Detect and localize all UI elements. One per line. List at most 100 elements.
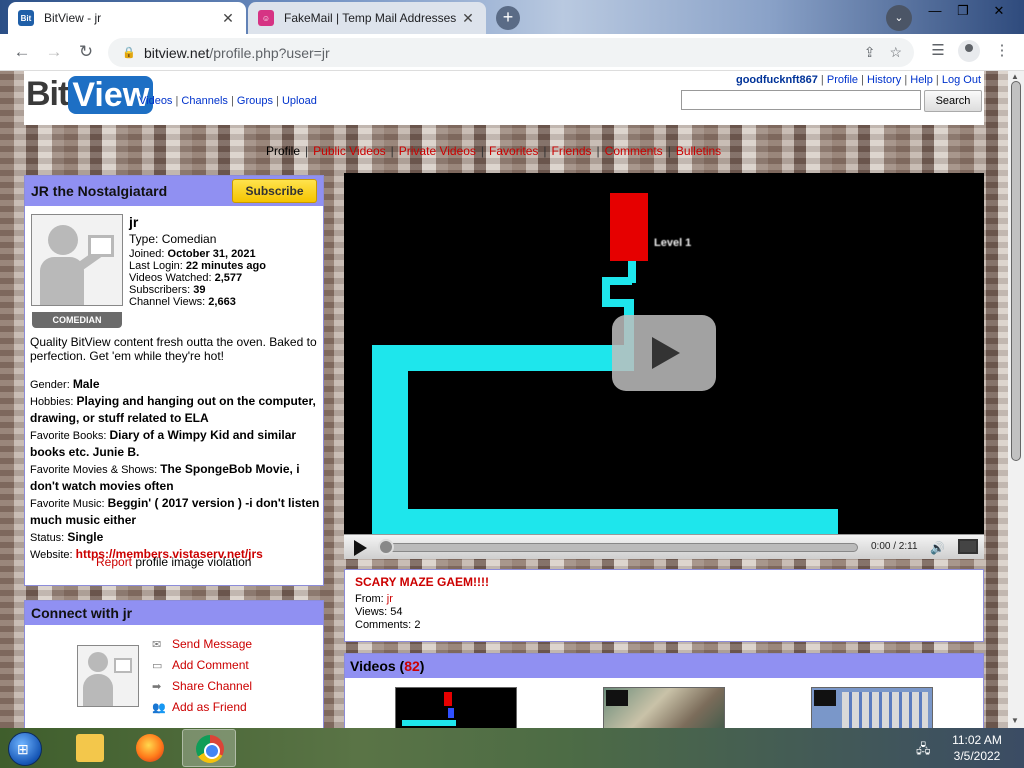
- connect-title: Connect with jr: [25, 601, 323, 625]
- status-value: Single: [67, 530, 104, 544]
- video-comments: 2: [414, 619, 421, 631]
- taskbar-chrome[interactable]: [182, 729, 236, 767]
- avatar[interactable]: [31, 214, 123, 306]
- video-thumbnail[interactable]: [811, 687, 933, 728]
- restore-button[interactable]: ❐: [948, 2, 978, 22]
- lock-icon: 🔒: [122, 47, 136, 59]
- video-title[interactable]: SCARY MAZE GAEM!!!!: [355, 576, 973, 589]
- username-link[interactable]: goodfucknft867: [736, 74, 818, 86]
- volume-icon[interactable]: 🔊: [930, 541, 945, 555]
- share-arrow-icon: ➡: [152, 680, 162, 693]
- tab-private-videos[interactable]: Private Videos: [399, 144, 476, 158]
- network-icon[interactable]: 🖧: [916, 740, 931, 762]
- tab-fakemail[interactable]: ☺ FakeMail | Temp Mail Addresses ✕: [248, 2, 486, 34]
- browser-toolbar: ← → ↻ 🔒 bitview.net/profile.php?user=jr …: [0, 34, 1024, 71]
- url-path: /profile.php?user=jr: [209, 44, 330, 61]
- back-arrow-icon[interactable]: ←: [10, 41, 34, 65]
- videos-count[interactable]: 82: [404, 658, 420, 674]
- channel-type: Comedian: [161, 232, 217, 246]
- search-input[interactable]: [681, 90, 921, 110]
- nav-upload[interactable]: Upload: [282, 95, 317, 107]
- report-link[interactable]: Report: [96, 555, 132, 569]
- profile-stats: Type: Comedian Joined: October 31, 2021 …: [129, 232, 266, 308]
- menu-dots-icon[interactable]: ⋮: [990, 41, 1014, 59]
- video-thumbnail[interactable]: [395, 687, 517, 728]
- channel-title: JR the Nostalgiatard Subscribe: [25, 176, 323, 206]
- videos-watched: 2,577: [214, 272, 243, 284]
- channel-title-text: JR the Nostalgiatard: [31, 183, 168, 199]
- reading-list-icon[interactable]: ☰: [926, 41, 950, 59]
- logo-bit-text: Bit: [26, 75, 69, 113]
- share-channel-link[interactable]: ➡ Share Channel: [152, 676, 252, 697]
- new-tab-button[interactable]: +: [496, 6, 520, 30]
- profile-link[interactable]: Profile: [827, 74, 858, 86]
- tab-public-videos[interactable]: Public Videos: [313, 144, 386, 158]
- nav-channels[interactable]: Channels: [181, 95, 227, 107]
- subscribe-button[interactable]: Subscribe: [232, 179, 317, 203]
- site-header: Bit View Videos | Channels | Groups | Upl…: [24, 71, 984, 125]
- window-close-button[interactable]: ✕: [984, 2, 1014, 22]
- last-login: 22 minutes ago: [185, 260, 266, 272]
- url-host: bitview.net: [144, 44, 210, 61]
- close-icon[interactable]: ✕: [220, 10, 236, 27]
- tab-bulletins[interactable]: Bulletins: [676, 144, 721, 158]
- tab-bitview[interactable]: Bit BitView - jr ✕: [8, 2, 246, 34]
- video-author-link[interactable]: jr: [387, 593, 393, 605]
- minimize-button[interactable]: —: [920, 2, 950, 22]
- logout-link[interactable]: Log Out: [942, 74, 981, 86]
- address-bar[interactable]: 🔒 bitview.net/profile.php?user=jr ⇪ ☆: [108, 38, 914, 67]
- add-comment-link[interactable]: ▭ Add Comment: [152, 655, 252, 676]
- add-friend-link[interactable]: 👥 Add as Friend: [152, 697, 252, 718]
- scroll-thumb[interactable]: [1011, 81, 1021, 461]
- bitview-favicon-icon: Bit: [18, 10, 34, 26]
- tab-profile[interactable]: Profile: [266, 144, 300, 158]
- profile-tabs: Profile | Public Videos | Private Videos | Fav…: [266, 144, 722, 158]
- channel-views: 2,663: [208, 296, 236, 308]
- connect-avatar[interactable]: [77, 645, 139, 707]
- bookmark-star-icon[interactable]: ☆: [889, 44, 902, 61]
- help-link[interactable]: Help: [910, 74, 933, 86]
- video-thumbnail[interactable]: [603, 687, 725, 728]
- nav-groups[interactable]: Groups: [237, 95, 273, 107]
- nav-videos[interactable]: Videos: [139, 95, 172, 107]
- chrome-icon: [196, 735, 224, 763]
- video-player[interactable]: Level 1: [344, 173, 984, 559]
- history-link[interactable]: History: [867, 74, 901, 86]
- play-icon[interactable]: [354, 540, 367, 556]
- share-icon[interactable]: ⇪: [864, 44, 876, 61]
- close-icon[interactable]: ✕: [460, 10, 476, 27]
- search-button[interactable]: Search: [924, 90, 982, 112]
- fullscreen-icon[interactable]: [958, 539, 978, 554]
- page-viewport: Bit View Videos | Channels | Groups | Upl…: [0, 71, 1008, 728]
- scroll-up-icon[interactable]: ▲: [1011, 72, 1019, 81]
- reload-icon[interactable]: ↻: [74, 41, 98, 65]
- seek-handle[interactable]: [378, 539, 394, 555]
- subscribers-count: 39: [193, 284, 206, 296]
- profile-username: jr: [129, 214, 139, 230]
- bitview-logo[interactable]: Bit View: [26, 75, 154, 114]
- tab-friends[interactable]: Friends: [552, 144, 592, 158]
- page-scrollbar[interactable]: ▲ ▼: [1008, 71, 1024, 728]
- forward-arrow-icon[interactable]: →: [42, 41, 66, 65]
- tab-comments[interactable]: Comments: [605, 144, 663, 158]
- video-overlay-text: Level 1: [654, 237, 692, 249]
- report-line: Report profile image violation: [96, 555, 252, 569]
- player-controls: 0:00 / 2:11 🔊: [344, 534, 984, 559]
- scroll-down-icon[interactable]: ▼: [1011, 716, 1019, 725]
- seek-bar[interactable]: [380, 543, 858, 552]
- gender-value: Male: [72, 377, 100, 391]
- taskbar-explorer[interactable]: [63, 729, 117, 767]
- connect-actions: ✉ Send Message ▭ Add Comment ➡ Share Channe…: [152, 634, 252, 718]
- clock[interactable]: 11:02 AM 3/5/2022: [944, 732, 1010, 764]
- send-message-link[interactable]: ✉ Send Message: [152, 634, 252, 655]
- tab-search-button[interactable]: ⌄: [886, 5, 912, 31]
- profile-avatar-icon[interactable]: [958, 40, 980, 62]
- tab-favorites[interactable]: Favorites: [489, 144, 538, 158]
- comment-icon: ▭: [152, 659, 163, 672]
- play-overlay-icon[interactable]: [612, 315, 716, 391]
- joined-date: October 31, 2021: [167, 248, 256, 260]
- taskbar-firefox[interactable]: [123, 729, 177, 767]
- start-button[interactable]: ⊞: [2, 729, 48, 767]
- profile-details: Gender: Male Hobbies: Playing and hangin…: [30, 377, 320, 561]
- fakemail-favicon-icon: ☺: [258, 10, 274, 26]
